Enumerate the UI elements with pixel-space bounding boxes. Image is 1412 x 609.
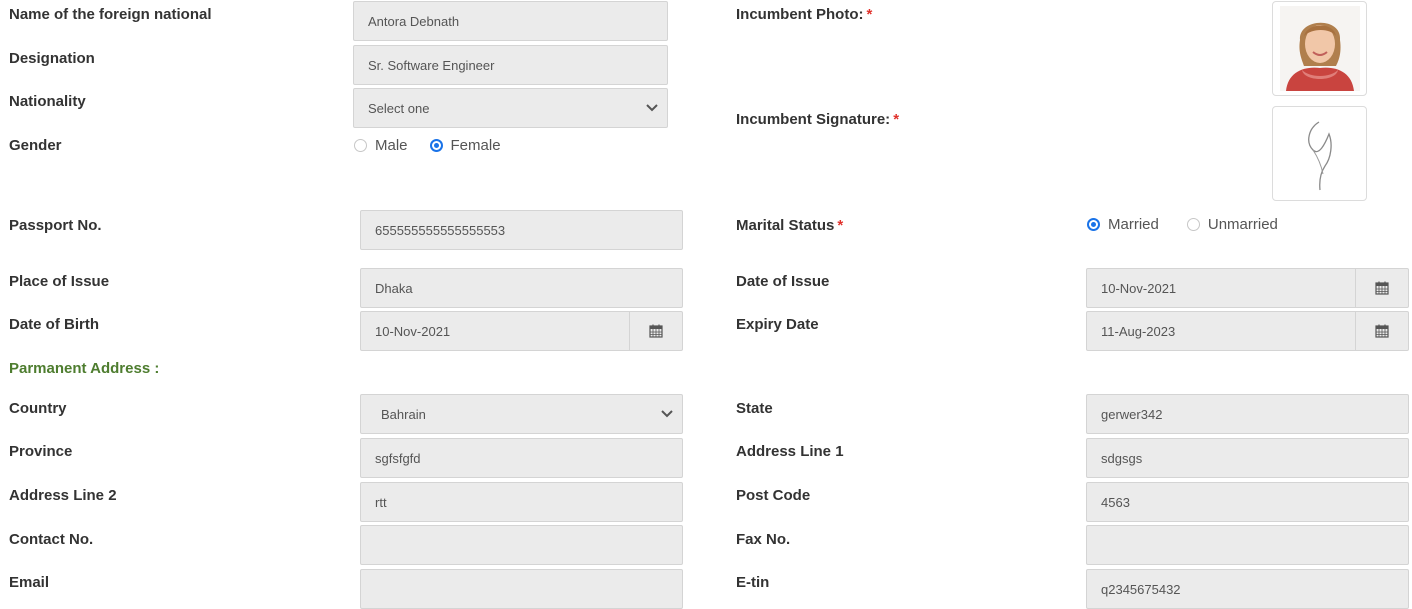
- incumbent-signature[interactable]: [1272, 106, 1367, 201]
- date-of-issue-value: 10-Nov-2021: [1101, 280, 1177, 296]
- place-of-issue-label: Place of Issue: [9, 273, 110, 290]
- marital-status-label: Marital Status *: [736, 217, 843, 235]
- gender-radio-group: Male Female: [354, 137, 523, 154]
- calendar-icon[interactable]: [1355, 312, 1408, 350]
- passport-value: 655555555555555553: [375, 222, 506, 238]
- expiry-date-label: Expiry Date: [736, 316, 819, 333]
- address-line-1-value: sdgsgs: [1101, 450, 1143, 466]
- calendar-icon[interactable]: [1355, 269, 1408, 307]
- date-of-issue-field[interactable]: 10-Nov-2021: [1086, 268, 1409, 308]
- email-label: Email: [9, 574, 50, 591]
- state-value: gerwer342: [1101, 406, 1163, 422]
- gender-female-label: Female: [450, 137, 501, 154]
- country-label: Country: [9, 400, 67, 417]
- gender-female-option[interactable]: Female: [429, 137, 501, 154]
- incumbent-signature-label: Incumbent Signature: *: [736, 111, 899, 129]
- contact-label: Contact No.: [9, 531, 94, 548]
- permanent-address-heading: Parmanent Address :: [9, 360, 160, 377]
- incumbent-signature-label-text: Incumbent Signature:: [736, 111, 891, 128]
- marital-status-label-text: Marital Status: [736, 217, 835, 234]
- gender-female-radio[interactable]: [429, 139, 443, 152]
- designation-field[interactable]: Sr. Software Engineer: [353, 45, 668, 85]
- etin-field[interactable]: q2345675432: [1086, 569, 1409, 609]
- etin-value: q2345675432: [1101, 581, 1181, 597]
- address-line-1-field[interactable]: sdgsgs: [1086, 438, 1409, 478]
- required-asterisk: *: [837, 217, 844, 234]
- contact-field[interactable]: [360, 525, 683, 565]
- designation-label: Designation: [9, 50, 95, 67]
- passport-label: Passport No.: [9, 217, 102, 234]
- date-of-birth-field[interactable]: 10-Nov-2021: [360, 311, 683, 351]
- province-value: sgfsfgfd: [375, 450, 421, 466]
- email-field[interactable]: [360, 569, 683, 609]
- incumbent-photo-label-text: Incumbent Photo:: [736, 6, 864, 23]
- place-of-issue-value: Dhaka: [375, 280, 413, 296]
- address-line-1-label: Address Line 1: [736, 443, 844, 460]
- post-code-label: Post Code: [736, 487, 811, 504]
- state-label: State: [736, 400, 773, 417]
- gender-label: Gender: [9, 137, 62, 154]
- nationality-label: Nationality: [9, 93, 86, 110]
- expiry-date-field[interactable]: 11-Aug-2023: [1086, 311, 1409, 351]
- province-label: Province: [9, 443, 73, 460]
- state-field[interactable]: gerwer342: [1086, 394, 1409, 434]
- marital-unmarried-radio[interactable]: [1186, 218, 1200, 231]
- name-field[interactable]: Antora Debnath: [353, 1, 668, 41]
- designation-value: Sr. Software Engineer: [368, 57, 495, 73]
- marital-married-label: Married: [1108, 216, 1159, 233]
- date-of-birth-value: 10-Nov-2021: [375, 323, 451, 339]
- fax-label: Fax No.: [736, 531, 791, 548]
- fax-field[interactable]: [1086, 525, 1409, 565]
- address-line-2-label: Address Line 2: [9, 487, 117, 504]
- chevron-down-icon: [637, 101, 667, 115]
- etin-label: E-tin: [736, 574, 770, 591]
- required-asterisk: *: [866, 6, 873, 23]
- post-code-value: 4563: [1101, 494, 1130, 510]
- name-value: Antora Debnath: [368, 13, 460, 29]
- address-line-2-field[interactable]: rtt: [360, 482, 683, 522]
- required-asterisk: *: [893, 111, 900, 128]
- marital-status-radio-group: Married Unmarried: [1087, 216, 1300, 233]
- province-field[interactable]: sgfsfgfd: [360, 438, 683, 478]
- marital-married-option[interactable]: Married: [1087, 216, 1159, 233]
- calendar-icon[interactable]: [629, 312, 682, 350]
- marital-unmarried-label: Unmarried: [1207, 216, 1278, 233]
- date-of-issue-label: Date of Issue: [736, 273, 830, 290]
- name-label: Name of the foreign national: [9, 6, 212, 23]
- gender-male-option[interactable]: Male: [354, 137, 408, 154]
- address-line-2-value: rtt: [375, 494, 387, 510]
- place-of-issue-field[interactable]: Dhaka: [360, 268, 683, 308]
- country-value: Bahrain: [381, 406, 426, 422]
- incumbent-photo-label: Incumbent Photo: *: [736, 6, 872, 24]
- person-photo-icon: [1279, 6, 1360, 91]
- chevron-down-icon: [652, 407, 682, 421]
- post-code-field[interactable]: 4563: [1086, 482, 1409, 522]
- date-of-birth-label: Date of Birth: [9, 316, 99, 333]
- passport-field[interactable]: 655555555555555553: [360, 210, 683, 250]
- nationality-select[interactable]: Select one: [353, 88, 668, 128]
- nationality-value: Select one: [368, 100, 430, 116]
- expiry-date-value: 11-Aug-2023: [1101, 323, 1176, 339]
- marital-married-radio[interactable]: [1087, 218, 1100, 231]
- incumbent-photo[interactable]: [1272, 1, 1367, 96]
- gender-male-label: Male: [375, 137, 408, 154]
- marital-unmarried-option[interactable]: Unmarried: [1186, 216, 1278, 233]
- gender-male-radio[interactable]: [354, 139, 367, 152]
- country-select[interactable]: Bahrain: [360, 394, 683, 434]
- signature-icon: [1307, 120, 1332, 190]
